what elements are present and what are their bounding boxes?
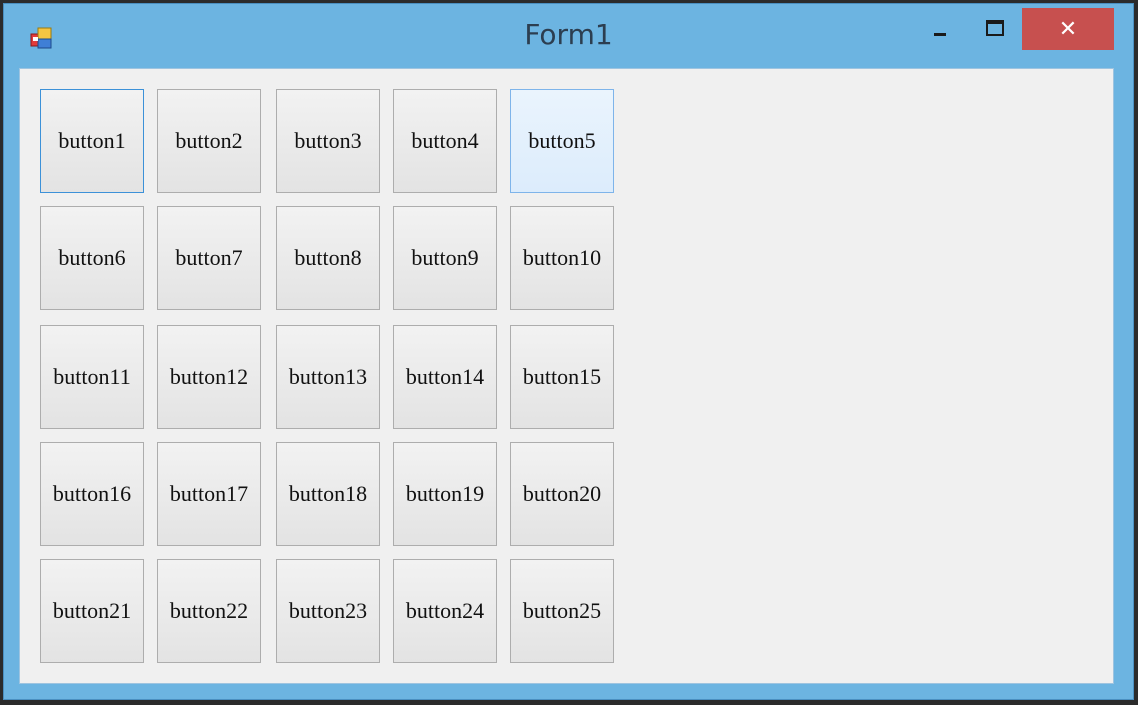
grid-button-17[interactable]: button17 — [157, 442, 261, 546]
grid-button-13[interactable]: button13 — [276, 325, 380, 429]
form-window: Form1 ✕ button1 button2 button3 button4 butt… — [3, 3, 1134, 700]
grid-button-12[interactable]: button12 — [157, 325, 261, 429]
grid-button-20[interactable]: button20 — [510, 442, 614, 546]
grid-button-16[interactable]: button16 — [40, 442, 144, 546]
client-area: button1 button2 button3 button4 button5 butto… — [19, 68, 1114, 684]
close-button[interactable]: ✕ — [1022, 8, 1114, 50]
grid-button-10[interactable]: button10 — [510, 206, 614, 310]
grid-button-9[interactable]: button9 — [393, 206, 497, 310]
grid-button-18[interactable]: button18 — [276, 442, 380, 546]
grid-button-14[interactable]: button14 — [393, 325, 497, 429]
maximize-button[interactable] — [969, 8, 1021, 50]
grid-button-7[interactable]: button7 — [157, 206, 261, 310]
grid-button-2[interactable]: button2 — [157, 89, 261, 193]
close-icon: ✕ — [1058, 16, 1078, 42]
grid-button-22[interactable]: button22 — [157, 559, 261, 663]
grid-button-4[interactable]: button4 — [393, 89, 497, 193]
grid-button-21[interactable]: button21 — [40, 559, 144, 663]
grid-button-6[interactable]: button6 — [40, 206, 144, 310]
grid-button-25[interactable]: button25 — [510, 559, 614, 663]
grid-button-1[interactable]: button1 — [40, 89, 144, 193]
grid-button-3[interactable]: button3 — [276, 89, 380, 193]
window-title: Form1 — [524, 18, 613, 51]
maximize-icon — [986, 20, 1004, 36]
grid-button-19[interactable]: button19 — [393, 442, 497, 546]
grid-button-11[interactable]: button11 — [40, 325, 144, 429]
grid-button-8[interactable]: button8 — [276, 206, 380, 310]
grid-button-23[interactable]: button23 — [276, 559, 380, 663]
grid-button-24[interactable]: button24 — [393, 559, 497, 663]
minimize-button[interactable] — [917, 8, 963, 50]
minimize-icon — [934, 33, 946, 36]
grid-button-5[interactable]: button5 — [510, 89, 614, 193]
grid-button-15[interactable]: button15 — [510, 325, 614, 429]
title-bar[interactable]: Form1 ✕ — [4, 4, 1133, 68]
